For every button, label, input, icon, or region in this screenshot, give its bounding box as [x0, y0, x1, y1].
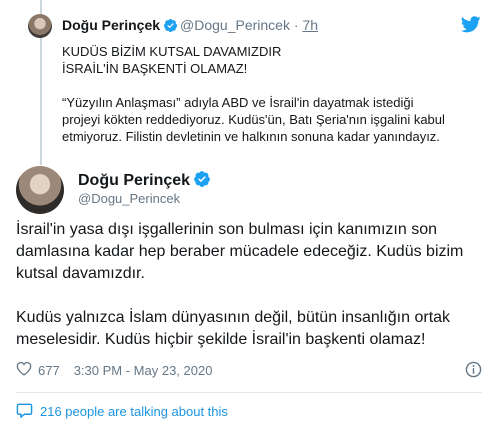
info-icon[interactable] — [465, 361, 482, 383]
quoted-tweet-text: KUDÜS BİZİM KUTSAL DAVAMIZDIR İSRAİL'İN … — [62, 43, 482, 145]
tweet-line: damlasına kadar hep beraber mücadele ede… — [16, 243, 464, 260]
tweet-line: meselesidir. Kudüs hiçbir şekilde İsrail… — [16, 331, 426, 348]
tweet-timestamp[interactable]: 3:30 PM - May 23, 2020 — [74, 363, 213, 378]
quoted-header: Doğu Perinçek @Dogu_Perincek · 7h — [62, 16, 318, 37]
tweet-line: İsrail'in yasa dışı işgallerinin son bul… — [16, 221, 438, 238]
quoted-line: “Yüzyılın Anlaşması” adıyla ABD ve İsrai… — [62, 95, 414, 110]
verified-badge-icon — [193, 170, 211, 194]
quoted-line: etmiyoruz. Filistin devletinin ve halkın… — [62, 129, 440, 144]
talking-link[interactable]: 216 people are talking about this — [16, 402, 228, 421]
verified-badge-icon — [163, 18, 178, 37]
quoted-line: KUDÜS BİZİM KUTSAL DAVAMIZDIR — [62, 44, 282, 59]
quoted-avatar[interactable] — [28, 14, 52, 38]
main-author-name[interactable]: Doğu Perinçek — [78, 172, 190, 189]
talking-text[interactable]: 216 people are talking about this — [40, 404, 228, 419]
divider — [16, 392, 482, 393]
quoted-line: projeyi kökten reddediyoruz. Kudüs'ün, B… — [62, 112, 445, 127]
main-handle[interactable]: @Dogu_Perincek — [78, 190, 180, 208]
quoted-handle[interactable]: @Dogu_Perincek — [180, 17, 290, 33]
like-count[interactable]: 677 — [38, 363, 60, 378]
heart-icon[interactable] — [16, 361, 32, 379]
twitter-bird-icon[interactable] — [460, 16, 481, 38]
quoted-line: İSRAİL'İN BAŞKENTİ OLAMAZ! — [62, 61, 248, 76]
quoted-author-name[interactable]: Doğu Perinçek — [62, 17, 160, 33]
quoted-separator: · — [293, 17, 299, 33]
tweet-meta-row: 677 3:30 PM - May 23, 2020 — [16, 361, 212, 379]
quoted-time[interactable]: 7h — [302, 17, 318, 33]
tweet-line: Kudüs yalnızca İslam dünyasının değil, b… — [16, 309, 451, 326]
main-avatar[interactable] — [16, 166, 64, 214]
main-tweet-text: İsrail'in yasa dışı işgallerinin son bul… — [16, 219, 486, 351]
comment-bubble-icon — [16, 402, 33, 421]
tweet-line: kutsal davamızdır. — [16, 265, 145, 282]
